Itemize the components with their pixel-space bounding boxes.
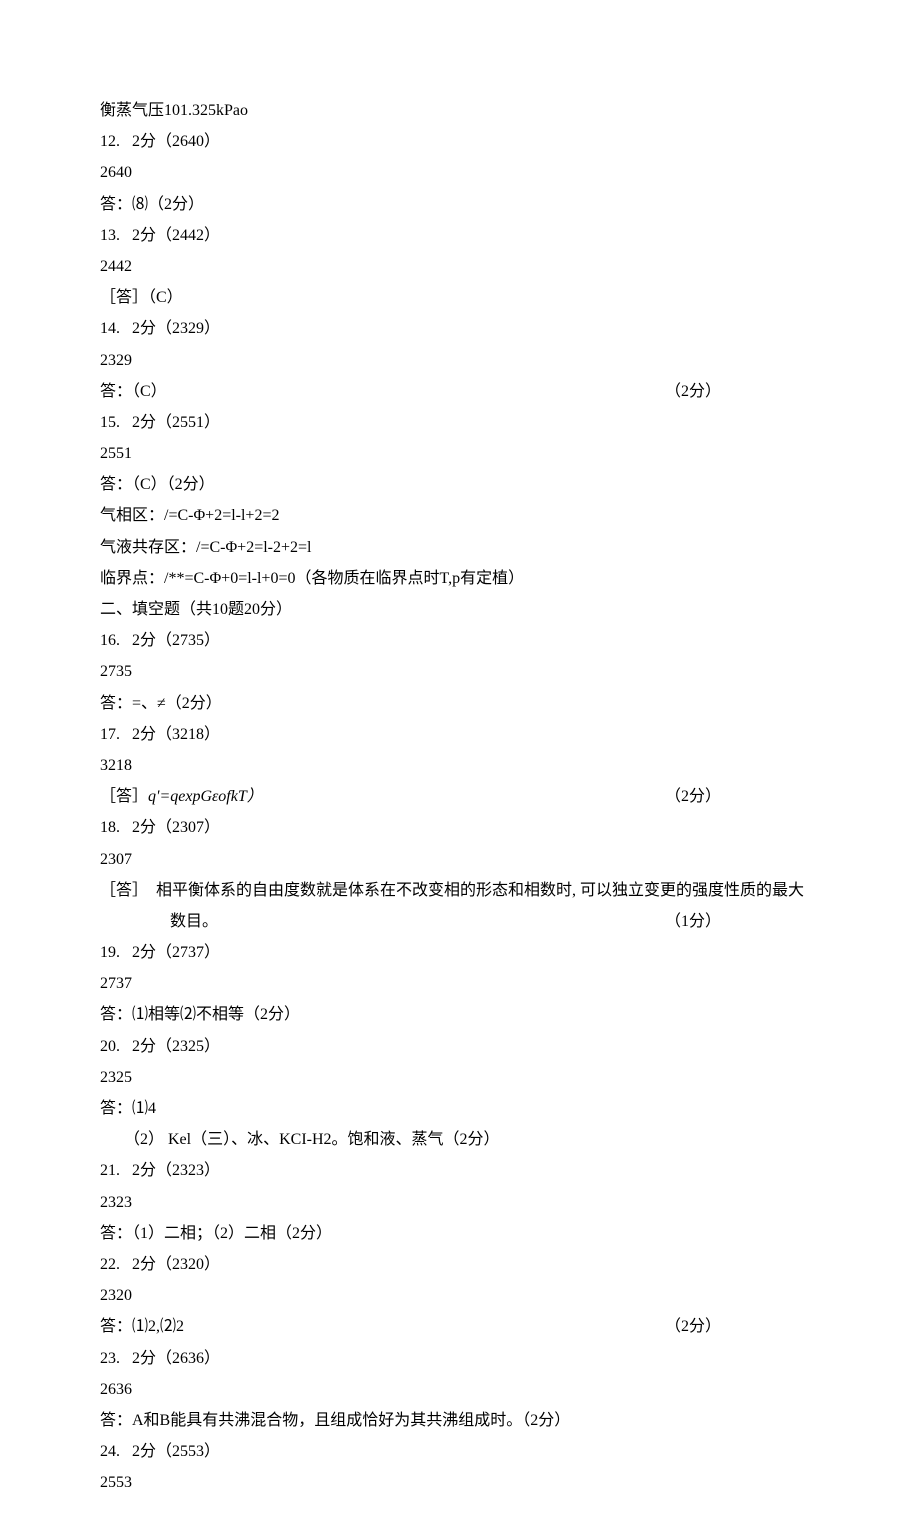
text-line: 答：⑴2,⑵2 （2分） <box>100 1311 820 1342</box>
text-line: 23. 2分（2636） <box>100 1343 820 1374</box>
line-text: 2442 <box>100 258 132 275</box>
line-text: 答：⑴2,⑵2 <box>100 1318 184 1335</box>
text-line: 2636 <box>100 1374 820 1405</box>
text-line: 2323 <box>100 1187 820 1218</box>
line-text: 21. 2分（2323） <box>100 1162 220 1179</box>
text-line: 答：⑻（2分） <box>100 189 820 220</box>
line-text: 答：A和B能具有共沸混合物，且组成恰好为其共沸组成时。（2分） <box>100 1412 570 1429</box>
line-text: 2329 <box>100 352 132 369</box>
line-text: 答：⑻（2分） <box>100 196 204 213</box>
line-text: 2325 <box>100 1069 132 1086</box>
text-line: 18. 2分（2307） <box>100 812 820 843</box>
text-line: 21. 2分（2323） <box>100 1155 820 1186</box>
line-text: ［答］ <box>100 788 148 805</box>
line-text: 2735 <box>100 663 132 680</box>
line-text: 2320 <box>100 1287 132 1304</box>
text-line: 16. 2分（2735） <box>100 625 820 656</box>
line-text: 气液共存区：/=C-Φ+2=l-2+2=l <box>100 539 311 556</box>
line-text: 答：⑴相等⑵不相等（2分） <box>100 1006 300 1023</box>
text-line: 2553 <box>100 1467 820 1498</box>
line-text: 2553 <box>100 1474 132 1491</box>
text-line: 答：A和B能具有共沸混合物，且组成恰好为其共沸组成时。（2分） <box>100 1405 820 1436</box>
text-line: 13. 2分（2442） <box>100 220 820 251</box>
line-text: 24. 2分（2553） <box>100 1443 220 1460</box>
line-text: 答：⑴4 <box>100 1100 156 1117</box>
text-line: 2737 <box>100 968 820 999</box>
text-line: 15. 2分（2551） <box>100 407 820 438</box>
text-line: 20. 2分（2325） <box>100 1031 820 1062</box>
text-line: 19. 2分（2737） <box>100 937 820 968</box>
line-text: 13. 2分（2442） <box>100 227 220 244</box>
line-text: 2551 <box>100 445 132 462</box>
line-text: 衡蒸气压101.325kPao <box>100 102 248 119</box>
text-line: ［答］（C） <box>100 282 820 313</box>
line-text: 数目。 <box>170 913 218 930</box>
line-text: 17. 2分（3218） <box>100 726 220 743</box>
line-text: 2636 <box>100 1381 132 1398</box>
score-annotation: （2分） <box>665 1311 721 1342</box>
text-line: 14. 2分（2329） <box>100 313 820 344</box>
text-line: 气相区：/=C-Φ+2=l-l+2=2 <box>100 500 820 531</box>
text-line: 17. 2分（3218） <box>100 719 820 750</box>
text-line: 2735 <box>100 656 820 687</box>
line-text: 14. 2分（2329） <box>100 320 220 337</box>
text-line: 2551 <box>100 438 820 469</box>
score-annotation: （2分） <box>665 376 721 407</box>
line-text: 答：（C）（2分） <box>100 476 215 493</box>
line-text: 19. 2分（2737） <box>100 944 220 961</box>
score-annotation: （2分） <box>665 781 721 812</box>
document-body: 衡蒸气压101.325kPao 12. 2分（2640） 2640 答：⑻（2分） 13… <box>100 95 820 1498</box>
line-text: 20. 2分（2325） <box>100 1038 220 1055</box>
line-text: （2） Kel（三）、冰、KCI-H2。饱和液、蒸气（2分） <box>124 1131 500 1148</box>
text-line: 答：=、≠（2分） <box>100 688 820 719</box>
text-line: 答：（C） （2分） <box>100 376 820 407</box>
score-annotation: （1分） <box>665 906 721 937</box>
line-text: 12. 2分（2640） <box>100 133 220 150</box>
text-line: 2307 <box>100 844 820 875</box>
text-line: 答：（C）（2分） <box>100 469 820 500</box>
line-text: 2737 <box>100 975 132 992</box>
line-italic: q'=qexpGεofkT） <box>148 788 263 805</box>
text-line: 答：⑴相等⑵不相等（2分） <box>100 999 820 1030</box>
text-line: 答：（1）二相；（2）二相（2分） <box>100 1218 820 1249</box>
text-line: ［答］q'=qexpGεofkT） （2分） <box>100 781 820 812</box>
line-text: 临界点：/**=C-Φ+0=l-l+0=0（各物质在临界点时T,p有定植） <box>100 570 524 587</box>
text-line: 临界点：/**=C-Φ+0=l-l+0=0（各物质在临界点时T,p有定植） <box>100 563 820 594</box>
line-text: ［答］ 相平衡体系的自由度数就是体系在不改变相的形态和相数时, 可以独立变更的强… <box>100 882 804 899</box>
text-line: 答：⑴4 <box>100 1093 820 1124</box>
line-text: 15. 2分（2551） <box>100 414 220 431</box>
line-text: 二、填空题（共10题20分） <box>100 601 292 618</box>
line-text: 2323 <box>100 1194 132 1211</box>
text-line: 2329 <box>100 345 820 376</box>
text-line: 2320 <box>100 1280 820 1311</box>
line-text: 2640 <box>100 164 132 181</box>
text-line: 数目。 （1分） <box>100 906 820 937</box>
line-text: 答：=、≠（2分） <box>100 695 222 712</box>
line-text: 16. 2分（2735） <box>100 632 220 649</box>
text-line: 衡蒸气压101.325kPao <box>100 95 820 126</box>
text-line: 24. 2分（2553） <box>100 1436 820 1467</box>
line-text: 18. 2分（2307） <box>100 819 220 836</box>
line-text: 3218 <box>100 757 132 774</box>
text-line: 3218 <box>100 750 820 781</box>
text-line: 2325 <box>100 1062 820 1093</box>
line-text: 气相区：/=C-Φ+2=l-l+2=2 <box>100 507 279 524</box>
text-line: ［答］ 相平衡体系的自由度数就是体系在不改变相的形态和相数时, 可以独立变更的强… <box>100 875 820 906</box>
line-text: 答：（C） <box>100 383 167 400</box>
text-line: 12. 2分（2640） <box>100 126 820 157</box>
text-line: 22. 2分（2320） <box>100 1249 820 1280</box>
line-text: 答：（1）二相；（2）二相（2分） <box>100 1225 332 1242</box>
text-line: 气液共存区：/=C-Φ+2=l-2+2=l <box>100 532 820 563</box>
line-text: ［答］（C） <box>100 289 183 306</box>
text-line: 2640 <box>100 157 820 188</box>
line-text: 23. 2分（2636） <box>100 1350 220 1367</box>
text-line: 二、填空题（共10题20分） <box>100 594 820 625</box>
text-line: 2442 <box>100 251 820 282</box>
line-text: 22. 2分（2320） <box>100 1256 220 1273</box>
line-text: 2307 <box>100 851 132 868</box>
text-line: （2） Kel（三）、冰、KCI-H2。饱和液、蒸气（2分） <box>100 1124 820 1155</box>
